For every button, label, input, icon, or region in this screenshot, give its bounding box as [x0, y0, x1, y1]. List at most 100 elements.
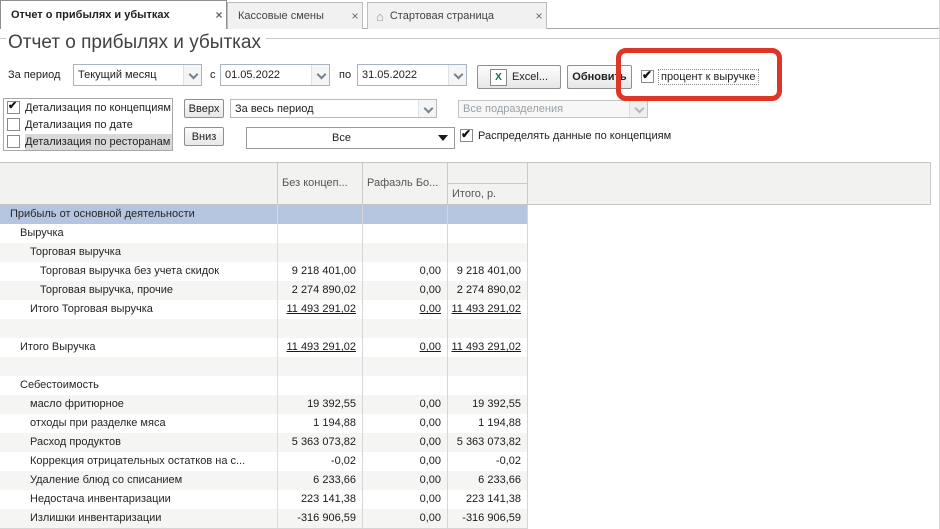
- cell-value: [448, 319, 528, 338]
- column-header-concept-none[interactable]: Без концеп...: [277, 163, 366, 204]
- cell-value: 2 274 890,02: [448, 281, 528, 300]
- cell-value: 223 141,38: [278, 490, 363, 509]
- cell-value: 11 493 291,02: [278, 338, 363, 357]
- tab-label: Стартовая страница: [380, 10, 532, 22]
- table-row[interactable]: [0, 319, 528, 338]
- column-header-concept-rafael[interactable]: Рафаэль Бо...: [362, 163, 451, 204]
- cell-value: [448, 357, 528, 376]
- period-select[interactable]: Текущий месяц: [73, 64, 202, 86]
- excel-button-label: Excel...: [512, 71, 548, 83]
- up-button-label: Вверх: [189, 103, 220, 115]
- tab-cash-shifts[interactable]: Кассовые смены ×: [227, 2, 363, 29]
- percent-checkbox[interactable]: ✔: [641, 70, 654, 83]
- row-label: Коррекция отрицательных остатков на с...: [0, 452, 278, 471]
- table-row[interactable]: отходы при разделке мяса1 194,880,001 19…: [0, 414, 528, 433]
- table-row[interactable]: Итого Выручка11 493 291,020,0011 493 291…: [0, 338, 528, 357]
- date-to-picker[interactable]: 31.05.2022: [357, 64, 467, 86]
- table-row[interactable]: Коррекция отрицательных остатков на с...…: [0, 452, 528, 471]
- cell-value: 0,00: [363, 414, 448, 433]
- row-label: отходы при разделке мяса: [0, 414, 278, 433]
- tab-start-page[interactable]: ⌂ Стартовая страница ×: [367, 2, 547, 29]
- cell-value: 11 493 291,02: [448, 300, 528, 319]
- table-row[interactable]: Прибыль от основной деятельности: [0, 205, 528, 224]
- move-down-button[interactable]: Вниз: [184, 127, 224, 146]
- table-row[interactable]: Расход продуктов5 363 073,820,005 363 07…: [0, 433, 528, 452]
- chevron-down-icon[interactable]: [183, 65, 201, 85]
- dropdown-arrow-icon[interactable]: [432, 128, 454, 148]
- chevron-down-icon: [629, 101, 647, 117]
- cell-value: 0,00: [363, 300, 448, 319]
- table-row[interactable]: Итого Торговая выручка11 493 291,020,001…: [0, 300, 528, 319]
- cell-value: 11 493 291,02: [278, 300, 363, 319]
- checkbox[interactable]: [7, 118, 20, 131]
- cell-value: -0,02: [278, 452, 363, 471]
- tab-pnl-report[interactable]: Отчет о прибылях и убытках ×: [0, 0, 227, 29]
- check-icon: ✔: [8, 99, 17, 112]
- checkbox[interactable]: ✔: [7, 101, 20, 114]
- table-row[interactable]: Излишки инвентаризации-316 906,590,00-31…: [0, 509, 528, 528]
- table-body: Прибыль от основной деятельностиВыручкаТ…: [0, 205, 528, 529]
- cell-value: -0,02: [448, 452, 528, 471]
- down-button-label: Вниз: [192, 131, 217, 143]
- departments-select: Все подразделения: [458, 100, 648, 118]
- table-row[interactable]: Недостача инвентаризации223 141,380,0022…: [0, 490, 528, 509]
- cell-value: 0,00: [363, 471, 448, 490]
- check-icon: ✔: [461, 127, 471, 141]
- cell-value: 11 493 291,02: [448, 338, 528, 357]
- row-label: Торговая выручка без учета скидок: [0, 262, 278, 281]
- cell-value: 0,00: [363, 490, 448, 509]
- title-rule-right: [266, 38, 940, 39]
- period-scope-select[interactable]: За весь период: [230, 99, 437, 118]
- move-up-button[interactable]: Вверх: [184, 99, 224, 118]
- tab-label: Кассовые смены: [228, 10, 348, 22]
- cell-value: [278, 224, 363, 243]
- date-from-picker[interactable]: 01.05.2022: [220, 64, 330, 86]
- check-icon: ✔: [642, 68, 652, 82]
- chevron-down-icon[interactable]: [448, 65, 466, 85]
- cell-value: 0,00: [363, 281, 448, 300]
- list-item-detail-concepts[interactable]: ✔ Детализация по концепциям: [4, 99, 172, 116]
- cell-value: [278, 319, 363, 338]
- refresh-button[interactable]: Обновить: [567, 65, 632, 89]
- close-icon[interactable]: ×: [212, 9, 226, 21]
- list-item-label: Детализация по концепциям: [25, 100, 172, 116]
- table-row[interactable]: Выручка: [0, 224, 528, 243]
- close-icon[interactable]: ×: [532, 10, 546, 22]
- percent-checkbox-label[interactable]: процент к выручке: [658, 69, 759, 85]
- refresh-button-label: Обновить: [572, 71, 626, 83]
- row-label: Недостача инвентаризации: [0, 490, 278, 509]
- list-item-label: Детализация по дате: [25, 117, 172, 133]
- detail-options-list: ✔ Детализация по концепциям Детализация …: [3, 98, 173, 151]
- row-label: Себестоимость: [0, 376, 278, 395]
- table-row[interactable]: Торговая выручка без учета скидок 9 218 4…: [0, 262, 528, 281]
- table-row[interactable]: [0, 357, 528, 376]
- concept-filter-value: Все: [247, 132, 432, 144]
- concept-filter-dropdown[interactable]: Все: [246, 127, 455, 149]
- row-label: Торговая выручка, прочие: [0, 281, 278, 300]
- row-label: Расход продуктов: [0, 433, 278, 452]
- close-icon[interactable]: ×: [348, 10, 362, 22]
- table-row[interactable]: Удаление блюд со списанием6 233,660,006 …: [0, 471, 528, 490]
- chevron-down-icon[interactable]: [311, 65, 329, 85]
- checkbox[interactable]: [7, 135, 20, 148]
- distribute-checkbox-label[interactable]: Распределять данные по концепциям: [478, 129, 671, 143]
- column-header-total[interactable]: Итого, р.: [447, 183, 527, 204]
- cell-value: 1 194,88: [448, 414, 528, 433]
- row-label: [0, 319, 278, 338]
- period-select-value: Текущий месяц: [74, 69, 183, 81]
- table-row[interactable]: масло фритюрное19 392,550,0019 392,55: [0, 395, 528, 414]
- cell-value: 9 218 401,00: [448, 262, 528, 281]
- list-item-detail-restaurants[interactable]: Детализация по ресторанам: [4, 133, 172, 150]
- cell-value: [278, 357, 363, 376]
- departments-value: Все подразделения: [459, 103, 629, 115]
- list-item-detail-date[interactable]: Детализация по дате: [4, 116, 172, 133]
- distribute-checkbox[interactable]: ✔: [460, 129, 473, 142]
- table-row[interactable]: Торговая выручка, прочие 2 274 890,020,00…: [0, 281, 528, 300]
- chevron-down-icon[interactable]: [418, 100, 436, 117]
- list-item-label: Детализация по ресторанам: [25, 134, 172, 150]
- table-row[interactable]: Себестоимость: [0, 376, 528, 395]
- date-to-value: 31.05.2022: [358, 69, 448, 81]
- row-label: Итого Торговая выручка: [0, 300, 278, 319]
- excel-button[interactable]: X Excel...: [477, 65, 561, 89]
- table-row[interactable]: Торговая выручка: [0, 243, 528, 262]
